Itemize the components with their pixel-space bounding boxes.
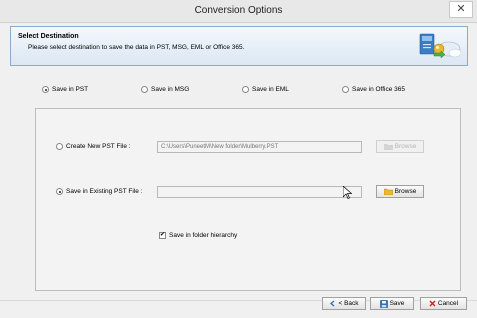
- cancel-x-icon: [429, 300, 436, 307]
- save-in-office365-label: Save in Office 365: [352, 86, 405, 93]
- save-label: Save: [389, 300, 405, 307]
- destination-header: Select Destination Please select destina…: [10, 26, 468, 66]
- pst-options-group: [35, 108, 461, 291]
- checkmark-icon: ✔: [159, 232, 166, 239]
- back-label: < Back: [338, 300, 359, 307]
- back-button[interactable]: < Back: [322, 297, 366, 310]
- header-description: Please select destination to save the da…: [28, 44, 245, 51]
- radio-indicator: [42, 86, 49, 93]
- window-title: Conversion Options: [194, 5, 283, 16]
- existing-pst-path-field[interactable]: [157, 186, 362, 198]
- save-in-eml-radio[interactable]: Save in EML: [242, 86, 289, 93]
- radio-indicator: [56, 188, 63, 195]
- save-in-eml-label: Save in EML: [252, 86, 289, 93]
- radio-indicator: [242, 86, 249, 93]
- save-in-msg-label: Save in MSG: [151, 86, 190, 93]
- folder-hierarchy-label: Save in folder hierarchy: [169, 232, 238, 239]
- mouse-cursor-icon: [343, 186, 352, 199]
- radio-indicator: [56, 143, 63, 150]
- save-in-msg-radio[interactable]: Save in MSG: [141, 86, 189, 93]
- create-new-pst-radio[interactable]: Create New PST File :: [56, 143, 131, 150]
- mail-export-icon: [419, 33, 461, 59]
- radio-indicator: [342, 86, 349, 93]
- cancel-label: Cancel: [437, 300, 459, 307]
- save-in-existing-pst-radio[interactable]: Save in Existing PST File :: [56, 188, 142, 195]
- existing-browse-button[interactable]: Browse: [376, 185, 424, 198]
- save-button[interactable]: Save: [370, 297, 414, 310]
- header-title: Select Destination: [18, 33, 79, 40]
- folder-hierarchy-checkbox[interactable]: ✔ Save in folder hierarchy: [159, 232, 237, 239]
- save-in-pst-label: Save in PST: [52, 86, 89, 93]
- create-new-browse-button[interactable]: Browse: [376, 140, 424, 153]
- create-new-pst-label: Create New PST File :: [66, 143, 131, 150]
- save-disk-icon: [379, 299, 388, 308]
- cancel-button[interactable]: Cancel: [420, 297, 467, 310]
- folder-icon: [383, 188, 393, 195]
- radio-indicator: [141, 86, 148, 93]
- create-new-browse-label: Browse: [394, 143, 417, 150]
- existing-pst-label: Save in Existing PST File :: [66, 188, 143, 195]
- folder-icon: [383, 144, 393, 150]
- close-button[interactable]: ✕: [449, 1, 473, 18]
- save-in-office365-radio[interactable]: Save in Office 365: [342, 86, 405, 93]
- title-bar: Conversion Options ✕: [0, 0, 477, 23]
- new-pst-path-field[interactable]: C:\Users\PuneetM\New folder\Mulberry.PST: [157, 141, 362, 153]
- back-arrow-icon: [330, 300, 335, 307]
- save-in-pst-radio[interactable]: Save in PST: [42, 86, 88, 93]
- existing-browse-label: Browse: [394, 188, 417, 195]
